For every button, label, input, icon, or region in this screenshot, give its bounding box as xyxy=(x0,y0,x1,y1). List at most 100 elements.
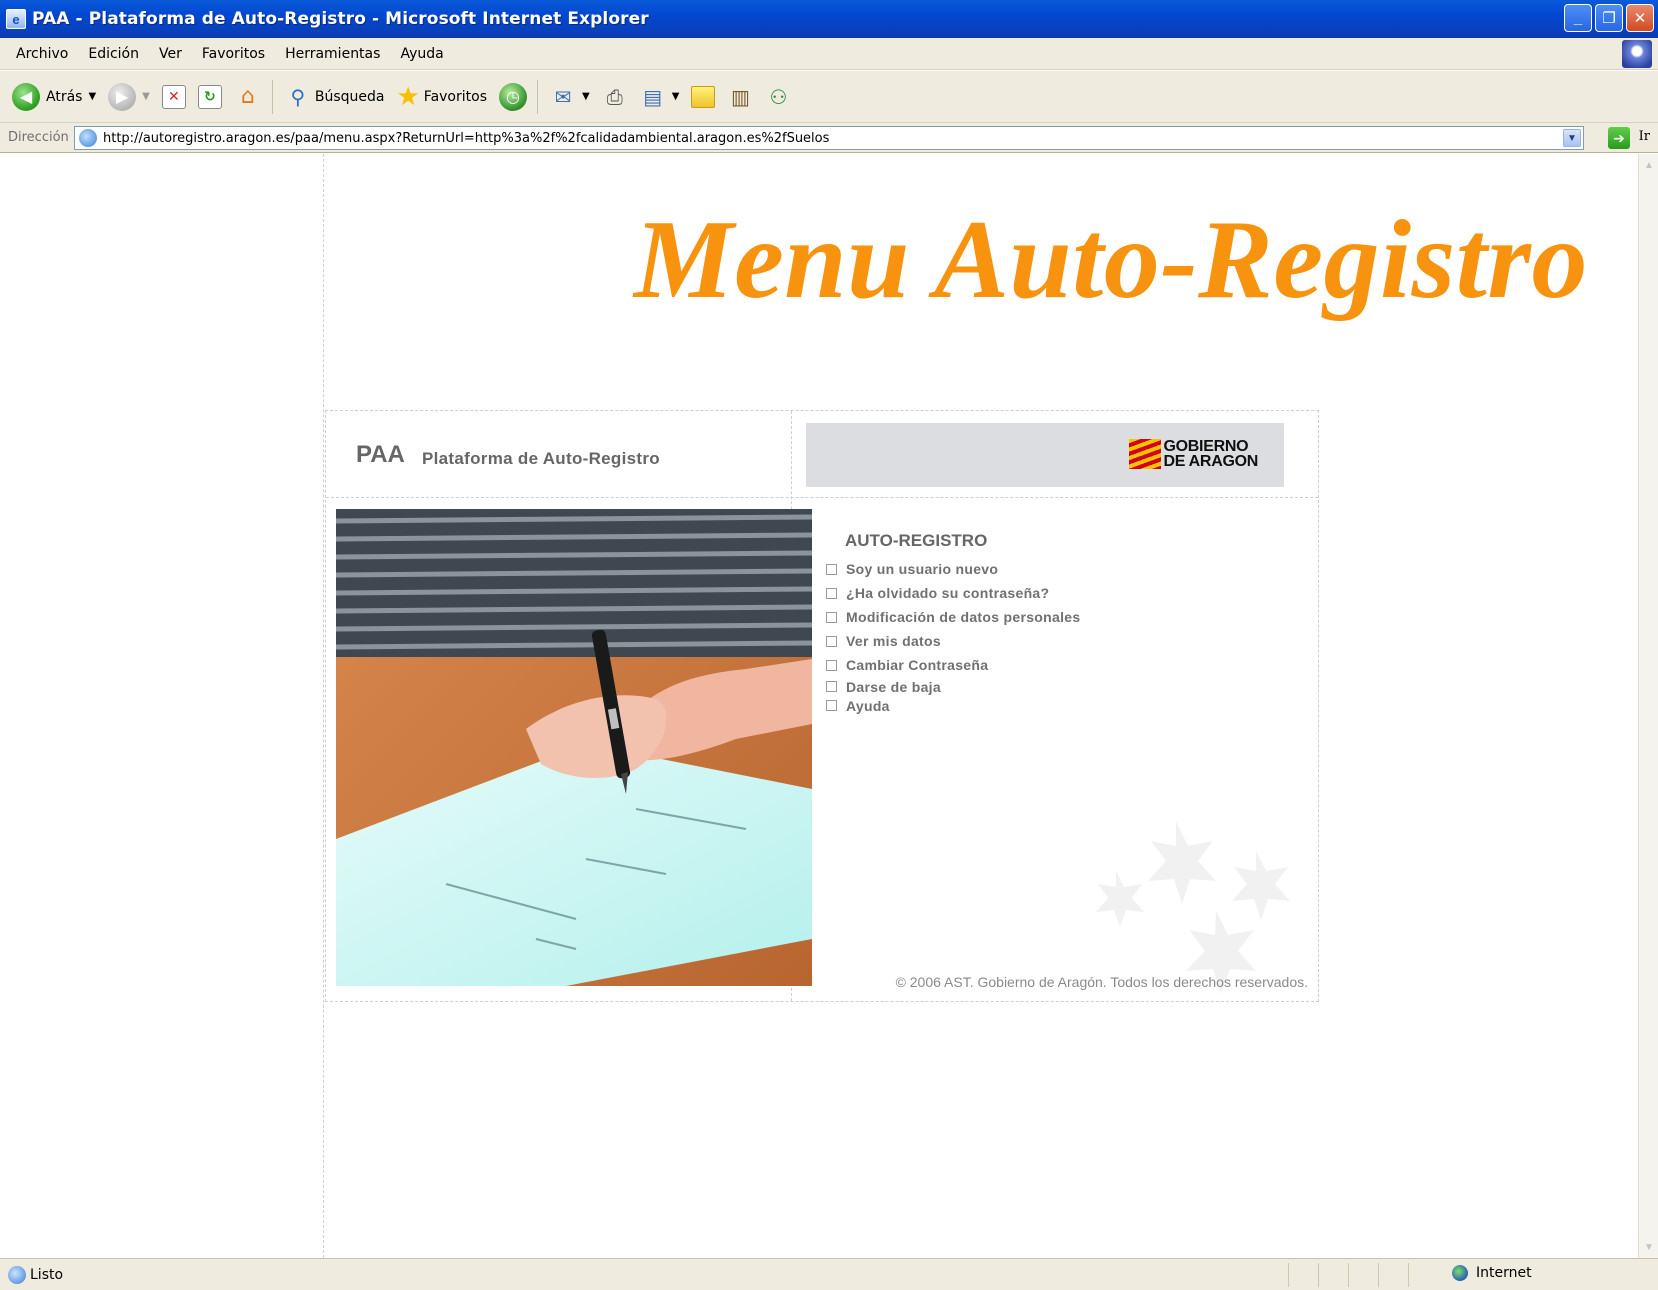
address-bar: Dirección http://autoregistro.aragon.es/… xyxy=(0,123,1658,153)
scroll-down-icon[interactable]: ▼ xyxy=(1641,1238,1657,1256)
menu-ver[interactable]: Ver xyxy=(159,46,182,62)
edit-dropdown-icon[interactable]: ▼ xyxy=(672,91,680,102)
bullet-square-icon xyxy=(826,587,837,599)
address-input[interactable]: http://autoregistro.aragon.es/paa/menu.a… xyxy=(74,126,1584,150)
ie-page-icon: e xyxy=(6,9,26,29)
page-content: Menu Auto-Registro PAA Plataforma de Aut… xyxy=(6,154,1644,1258)
menu-edicion[interactable]: Edición xyxy=(88,46,139,62)
back-label: Atrás xyxy=(46,88,83,105)
search-icon: ⚲ xyxy=(290,84,306,109)
print-button[interactable]: ⎙ xyxy=(602,84,628,110)
bullet-square-icon xyxy=(826,681,837,692)
status-text: Listo xyxy=(30,1266,64,1283)
menu-title: AUTO-REGISTRO xyxy=(845,531,988,550)
menu-item-label[interactable]: Ayuda xyxy=(846,698,890,714)
toolbar-separator xyxy=(537,79,538,114)
minimize-button[interactable]: _ xyxy=(1564,4,1592,32)
page-heading: Menu Auto-Registro xyxy=(634,198,1588,322)
menu-archivo[interactable]: Archivo xyxy=(16,46,68,62)
menu-item-modificacion-datos[interactable]: Modificación de datos personales xyxy=(826,605,1080,629)
go-arrow-icon[interactable]: ➔ xyxy=(1608,127,1630,149)
favorites-star-icon: ★ xyxy=(396,81,420,112)
toolbar-separator xyxy=(271,79,273,114)
messenger-button[interactable]: ⚇ xyxy=(765,84,791,110)
paa-abbreviation: PAA xyxy=(356,441,405,468)
refresh-button[interactable]: ↻ xyxy=(197,84,222,109)
favorites-button[interactable]: ★ Favoritos xyxy=(396,82,487,112)
bullet-square-icon xyxy=(826,635,837,647)
close-button[interactable]: ✕ xyxy=(1626,4,1654,32)
back-arrow-icon: ◀ xyxy=(12,82,40,111)
page-icon xyxy=(79,129,97,147)
address-url[interactable]: http://autoregistro.aragon.es/paa/menu.a… xyxy=(103,131,829,146)
menu-item-label[interactable]: ¿Ha olvidado su contraseña? xyxy=(846,585,1049,601)
aragon-flag-icon xyxy=(1128,439,1161,469)
bullet-square-icon xyxy=(826,611,837,623)
maximize-button[interactable]: ❐ xyxy=(1595,4,1623,32)
forward-dropdown-icon[interactable]: ▼ xyxy=(142,91,150,102)
menu-item-label[interactable]: Modificación de datos personales xyxy=(846,609,1080,625)
security-zone: Internet xyxy=(1452,1265,1532,1281)
auto-registro-menu: Soy un usuario nuevo ¿Ha olvidado su con… xyxy=(826,557,1080,715)
menu-item-label[interactable]: Darse de baja xyxy=(846,679,941,695)
mail-button[interactable]: ✉ ▼ xyxy=(550,84,590,110)
menu-ayuda[interactable]: Ayuda xyxy=(400,46,443,62)
status-panes xyxy=(1288,1263,1438,1287)
menu-item-darse-de-baja[interactable]: Darse de baja xyxy=(826,677,1080,696)
page-status-icon xyxy=(8,1265,26,1284)
bullet-square-icon xyxy=(826,659,837,671)
scroll-up-icon[interactable]: ▲ xyxy=(1641,156,1657,174)
address-dropdown-icon[interactable]: ▼ xyxy=(1563,129,1581,147)
menu-item-olvido-contrasena[interactable]: ¿Ha olvidado su contraseña? xyxy=(826,581,1080,605)
history-icon: ◷ xyxy=(499,82,527,111)
home-button[interactable]: ⌂ xyxy=(234,84,262,110)
back-button[interactable]: ◀ Atrás ▼ xyxy=(12,82,96,111)
menu-item-label[interactable]: Ver mis datos xyxy=(846,633,941,649)
back-dropdown-icon[interactable]: ▼ xyxy=(88,91,96,102)
menu-herramientas[interactable]: Herramientas xyxy=(285,46,380,62)
menu-item-soy-usuario-nuevo[interactable]: Soy un usuario nuevo xyxy=(826,557,1080,581)
window-title-bar: e PAA - Plataforma de Auto-Registro - Mi… xyxy=(0,0,1658,38)
windows-logo-icon xyxy=(1622,40,1652,68)
forward-button[interactable]: ▶ ▼ xyxy=(108,82,150,111)
research-button[interactable]: ▥ xyxy=(727,84,753,110)
edit-icon: ▤ xyxy=(643,84,663,109)
print-icon: ⎙ xyxy=(606,84,623,109)
window-title: PAA - Plataforma de Auto-Registro - Micr… xyxy=(32,9,649,29)
internet-globe-icon xyxy=(1452,1265,1468,1281)
mail-dropdown-icon[interactable]: ▼ xyxy=(582,91,590,102)
edit-button[interactable]: ▤ ▼ xyxy=(640,84,680,110)
address-label: Dirección xyxy=(8,130,69,145)
history-button[interactable]: ◷ xyxy=(499,82,527,111)
discuss-button[interactable] xyxy=(691,85,716,108)
menu-favoritos[interactable]: Favoritos xyxy=(202,46,265,62)
menu-item-ver-mis-datos[interactable]: Ver mis datos xyxy=(826,629,1080,653)
toolbar: ◀ Atrás ▼ ▶ ▼ ✕ ↻ ⌂ ⚲ Búsqueda ★ Favorit… xyxy=(0,71,1658,123)
bullet-square-icon xyxy=(826,563,837,575)
status-bar: Listo Internet xyxy=(0,1258,1658,1290)
bullet-square-icon xyxy=(826,700,837,711)
menu-bar: Archivo Edición Ver Favoritos Herramient… xyxy=(0,38,1658,70)
paa-name: Plataforma de Auto-Registro xyxy=(422,449,660,468)
zone-label: Internet xyxy=(1476,1265,1532,1281)
mail-icon: ✉ xyxy=(554,84,572,109)
gobierno-aragon-logo: GOBIERNO DE ARAGON xyxy=(1128,438,1259,470)
menu-item-label[interactable]: Cambiar Contraseña xyxy=(846,657,988,673)
stop-button[interactable]: ✕ xyxy=(161,84,186,109)
note-icon xyxy=(691,85,716,108)
search-label: Búsqueda xyxy=(314,88,385,105)
go-button[interactable]: Ir xyxy=(1639,129,1650,144)
search-button[interactable]: ⚲ Búsqueda xyxy=(285,84,385,110)
copyright-text: © 2006 AST. Gobierno de Aragón. Todos lo… xyxy=(895,974,1308,990)
vertical-scrollbar[interactable]: ▲ ▼ xyxy=(1638,154,1658,1258)
left-column-divider xyxy=(323,154,324,1258)
forward-arrow-icon: ▶ xyxy=(108,82,137,111)
messenger-people-icon: ⚇ xyxy=(769,84,788,109)
panel-horizontal-divider xyxy=(326,497,1318,498)
logo-line-1: GOBIERNO xyxy=(1163,438,1249,455)
menu-item-ayuda[interactable]: Ayuda xyxy=(826,696,1080,715)
menu-item-cambiar-contrasena[interactable]: Cambiar Contraseña xyxy=(826,653,1080,677)
logo-line-2: DE ARAGON xyxy=(1163,453,1259,470)
gobierno-banner: GOBIERNO DE ARAGON xyxy=(806,423,1284,487)
menu-item-label[interactable]: Soy un usuario nuevo xyxy=(846,561,998,577)
